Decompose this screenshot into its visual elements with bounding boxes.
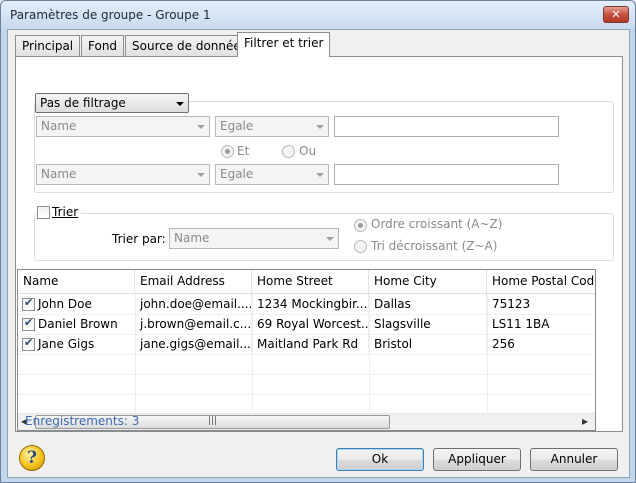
- table-row[interactable]: Daniel Brown j.brown@email.c... 69 Royal…: [18, 314, 595, 334]
- column-header-street[interactable]: Home Street: [252, 270, 369, 294]
- cell-name: Jane Gigs: [38, 337, 95, 351]
- descending-label: Tri décroissant (Z~A): [371, 239, 498, 253]
- filter-field-value-2: Name: [41, 167, 77, 181]
- filter-operator-select-2[interactable]: Egale: [215, 164, 329, 185]
- sort-by-value: Name: [174, 231, 210, 245]
- and-label: Et: [237, 144, 250, 158]
- grip-icon: |||: [207, 416, 218, 426]
- chevron-down-icon: [326, 237, 334, 241]
- filter-field-value-1: Name: [41, 119, 77, 133]
- cell-street: 1234 Mockingbir...: [252, 294, 369, 314]
- chevron-down-icon: [316, 125, 324, 129]
- filter-mode-select[interactable]: Pas de filtrage: [35, 93, 189, 113]
- cell-street: Maitland Park Rd: [252, 334, 369, 354]
- filter-sort-panel: Pas de filtrage Name Egale Et Ou Name Eg: [15, 56, 623, 432]
- row-divider: [18, 374, 595, 375]
- column-header-postal-code[interactable]: Home Postal Code: [487, 270, 595, 294]
- table-row[interactable]: Jane Gigs jane.gigs@email.... Maitland P…: [18, 334, 595, 354]
- cell-city: Slagsville: [369, 314, 487, 334]
- filter-field-select-2[interactable]: Name: [36, 164, 210, 185]
- and-radio[interactable]: [221, 145, 234, 158]
- filter-value-input-2[interactable]: [334, 164, 559, 185]
- row-divider: [18, 394, 595, 395]
- filter-value-input-1[interactable]: [334, 116, 559, 137]
- cell-email: jane.gigs@email....: [135, 334, 252, 354]
- filter-operator-value-1: Egale: [220, 119, 254, 133]
- ascending-radio[interactable]: [354, 219, 367, 232]
- cancel-button[interactable]: Annuler: [530, 448, 618, 471]
- help-icon[interactable]: ?: [19, 445, 45, 471]
- cell-city: Dallas: [369, 294, 487, 314]
- chevron-down-icon: [316, 173, 324, 177]
- tab-fond[interactable]: Fond: [81, 35, 125, 56]
- close-icon: ✕: [611, 8, 621, 21]
- ok-button[interactable]: Ok: [336, 448, 424, 471]
- or-label: Ou: [299, 144, 317, 158]
- chevron-down-icon: [176, 102, 184, 106]
- cell-email: j.brown@email.c...: [135, 314, 252, 334]
- ascending-label: Ordre croissant (A~Z): [371, 217, 503, 231]
- dialog-client: Principal Fond Source de données Filtrer…: [7, 29, 630, 478]
- column-header-email[interactable]: Email Address: [135, 270, 252, 294]
- cell-street: 69 Royal Worcest...: [252, 314, 369, 334]
- window-title: Paramètres de groupe - Groupe 1: [10, 8, 211, 22]
- tab-principal[interactable]: Principal: [15, 35, 81, 56]
- cell-postal-code: LS11 1BA: [487, 314, 595, 334]
- sort-checkbox-label[interactable]: Trier: [52, 205, 82, 219]
- records-count: Enregistrements: 3: [25, 414, 140, 428]
- chevron-down-icon: [197, 173, 205, 177]
- cell-city: Bristol: [369, 334, 487, 354]
- help-glyph: ?: [27, 448, 37, 468]
- or-radio[interactable]: [282, 145, 295, 158]
- sort-checkbox[interactable]: [37, 206, 50, 219]
- filter-mode-value: Pas de filtrage: [40, 96, 126, 110]
- sort-by-label: Trier par:: [112, 232, 166, 246]
- tab-source-de-donnees[interactable]: Source de données: [125, 35, 255, 56]
- scroll-right-arrow-icon[interactable]: ▸: [582, 414, 588, 428]
- column-header-name[interactable]: Name: [18, 270, 135, 294]
- records-grid[interactable]: Name Email Address Home Street Home City…: [17, 269, 596, 431]
- apply-button[interactable]: Appliquer: [433, 448, 521, 471]
- column-header-city[interactable]: Home City: [369, 270, 487, 294]
- cell-postal-code: 256: [487, 334, 595, 354]
- cell-email: john.doe@email....: [135, 294, 252, 314]
- cell-name: John Doe: [38, 297, 92, 311]
- table-row[interactable]: John Doe john.doe@email.... 1234 Mocking…: [18, 294, 595, 314]
- tab-filtrer-et-trier[interactable]: Filtrer et trier: [237, 32, 331, 57]
- dialog-window: Paramètres de groupe - Groupe 1 ✕ Princi…: [0, 0, 636, 483]
- filter-operator-select-1[interactable]: Egale: [215, 116, 329, 137]
- cell-name: Daniel Brown: [38, 317, 118, 331]
- title-bar[interactable]: Paramètres de groupe - Groupe 1 ✕: [1, 1, 635, 29]
- chevron-down-icon: [197, 125, 205, 129]
- sort-by-select[interactable]: Name: [169, 228, 339, 249]
- close-button[interactable]: ✕: [603, 6, 629, 23]
- grid-header: Name Email Address Home Street Home City…: [18, 270, 595, 294]
- filter-operator-value-2: Egale: [220, 167, 254, 181]
- row-divider: [18, 354, 595, 355]
- descending-radio[interactable]: [354, 240, 367, 253]
- cell-postal-code: 75123: [487, 294, 595, 314]
- filter-field-select-1[interactable]: Name: [36, 116, 210, 137]
